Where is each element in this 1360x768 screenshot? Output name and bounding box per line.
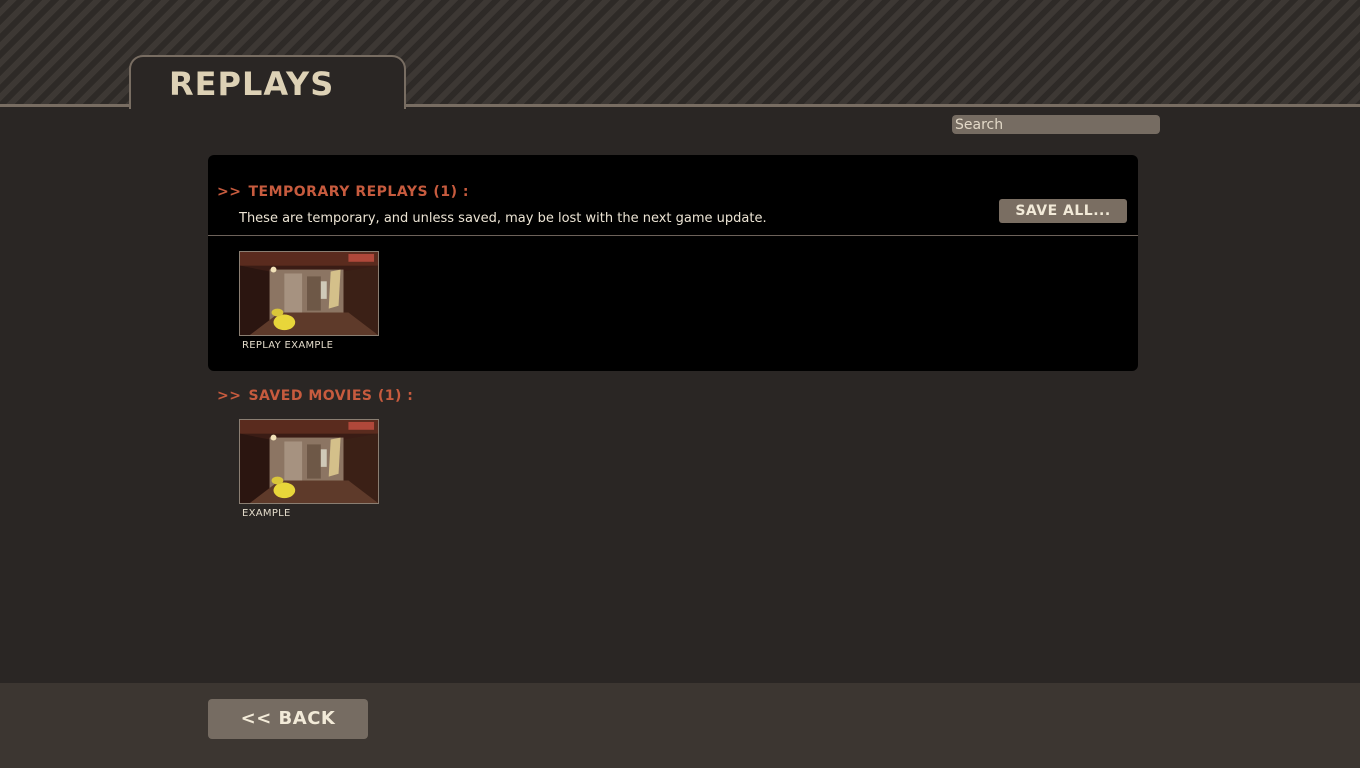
temporary-replays-description: These are temporary, and unless saved, m… bbox=[239, 211, 767, 226]
section-divider bbox=[208, 235, 1138, 236]
replay-thumbnail[interactable] bbox=[239, 251, 379, 336]
replay-label: REPLAY EXAMPLE bbox=[242, 340, 334, 351]
movie-thumbnail[interactable] bbox=[239, 419, 379, 504]
movie-item[interactable]: EXAMPLE bbox=[239, 419, 379, 519]
replay-item[interactable]: REPLAY EXAMPLE bbox=[239, 251, 379, 351]
save-all-button[interactable]: SAVE ALL... bbox=[999, 199, 1127, 223]
temporary-replays-title: TEMPORARY REPLAYS (1) : bbox=[248, 184, 469, 200]
back-button[interactable]: << BACK bbox=[208, 699, 368, 739]
saved-movies-heading: >> SAVED MOVIES (1) : bbox=[217, 388, 413, 404]
search-input[interactable] bbox=[952, 115, 1160, 134]
header-bar: REPLAYS bbox=[0, 0, 1360, 109]
saved-movies-title: SAVED MOVIES (1) : bbox=[248, 388, 414, 404]
replays-tab: REPLAYS bbox=[129, 55, 406, 109]
temporary-replays-panel: >> TEMPORARY REPLAYS (1) : These are temp… bbox=[208, 155, 1138, 371]
movie-label: EXAMPLE bbox=[242, 508, 291, 519]
page-title: REPLAYS bbox=[169, 65, 335, 103]
footer-bar: << BACK bbox=[0, 683, 1360, 768]
chevron-right-icon: >> bbox=[217, 184, 242, 200]
temporary-replays-heading: >> TEMPORARY REPLAYS (1) : bbox=[217, 184, 469, 200]
chevron-right-icon: >> bbox=[217, 388, 242, 404]
